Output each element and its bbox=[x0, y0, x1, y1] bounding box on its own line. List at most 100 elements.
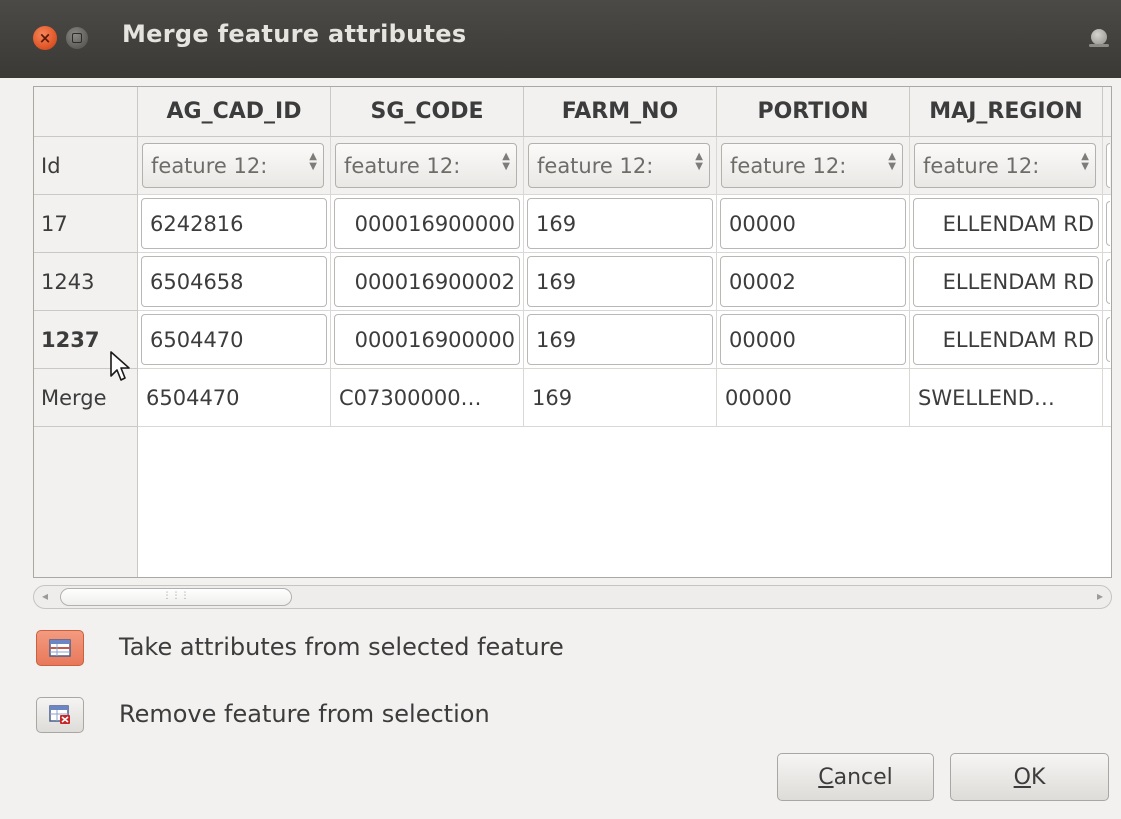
feature-select-maj-region[interactable]: feature 12: ▲ ▼ bbox=[914, 143, 1096, 188]
scroll-right-icon[interactable]: ▸ bbox=[1097, 589, 1103, 603]
table-cell: ELLENDAM RD bbox=[910, 195, 1103, 253]
cancel-mnemonic: C bbox=[818, 764, 834, 790]
table-cell[interactable]: 6504470 bbox=[138, 369, 331, 427]
spin-arrows-icon: ▲ ▼ bbox=[1081, 151, 1089, 172]
partial-combo bbox=[1106, 143, 1110, 188]
column-header-ag-cad-id[interactable]: AG_CAD_ID bbox=[138, 87, 331, 137]
merge-value: 6504470 bbox=[146, 385, 240, 410]
take-attributes-label: Take attributes from selected feature bbox=[119, 633, 564, 661]
horizontal-scrollbar[interactable]: ◂ ⋮⋮⋮ ▸ bbox=[33, 585, 1112, 609]
table-cell-partial bbox=[1103, 369, 1111, 427]
attribute-table: AG_CAD_ID SG_CODE FARM_NO PORTION MAJ_RE… bbox=[33, 86, 1112, 578]
table-cell: 00000 bbox=[717, 311, 910, 369]
attribute-input[interactable]: 00002 bbox=[720, 256, 906, 307]
table-cell: 6504470 bbox=[138, 311, 331, 369]
spin-arrows-icon: ▲ ▼ bbox=[309, 151, 317, 172]
attribute-input[interactable]: 169 bbox=[527, 314, 713, 365]
attribute-input[interactable]: 169 bbox=[527, 256, 713, 307]
table-cell: feature 12: ▲ ▼ bbox=[138, 137, 331, 195]
attribute-input[interactable]: 6504470 bbox=[141, 314, 327, 365]
partial-input bbox=[1106, 201, 1110, 246]
row-header-id: Id bbox=[34, 137, 138, 195]
cancel-button[interactable]: Cancel bbox=[777, 753, 934, 801]
spin-arrows-icon: ▲ ▼ bbox=[695, 151, 703, 172]
mouse-pointer-icon bbox=[110, 351, 130, 381]
column-header-portion[interactable]: PORTION bbox=[717, 87, 910, 137]
table-corner[interactable] bbox=[34, 87, 138, 137]
combo-value: feature 12: bbox=[344, 153, 461, 178]
table-cell: ELLENDAM RD bbox=[910, 311, 1103, 369]
table-cell: 6242816 bbox=[138, 195, 331, 253]
ok-label: K bbox=[1030, 764, 1046, 790]
attribute-input[interactable]: 000016900002 bbox=[334, 256, 520, 307]
ok-mnemonic: O bbox=[1013, 764, 1031, 790]
spin-arrows-icon: ▲ ▼ bbox=[888, 151, 896, 172]
column-header-sg-code[interactable]: SG_CODE bbox=[331, 87, 524, 137]
remove-feature-label: Remove feature from selection bbox=[119, 700, 490, 728]
attribute-input[interactable]: ELLENDAM RD bbox=[913, 198, 1099, 249]
table-cell[interactable]: C07300000… bbox=[331, 369, 524, 427]
spin-arrows-icon: ▲ ▼ bbox=[502, 151, 510, 172]
combo-value: feature 12: bbox=[537, 153, 654, 178]
take-attributes-button[interactable] bbox=[36, 630, 84, 666]
title-bar: × Merge feature attributes bbox=[0, 0, 1121, 78]
table-cell: feature 12: ▲ ▼ bbox=[717, 137, 910, 195]
table-cell[interactable]: 00000 bbox=[717, 369, 910, 427]
table-cell-partial bbox=[1103, 311, 1111, 369]
table-cell: 00000 bbox=[717, 195, 910, 253]
attribute-input[interactable]: ELLENDAM RD bbox=[913, 314, 1099, 365]
column-header-maj-region[interactable]: MAJ_REGION bbox=[910, 87, 1103, 137]
maximize-icon[interactable] bbox=[66, 27, 88, 49]
table-remove-icon bbox=[49, 705, 70, 724]
table-cell: 169 bbox=[524, 195, 717, 253]
merge-value: 169 bbox=[532, 385, 573, 410]
combo-value: feature 12: bbox=[923, 153, 1040, 178]
attribute-input[interactable]: 000016900000 bbox=[334, 314, 520, 365]
table-cell: 000016900000 bbox=[331, 311, 524, 369]
window-menu-icon[interactable] bbox=[1089, 29, 1109, 47]
attribute-input[interactable]: 00000 bbox=[720, 198, 906, 249]
table-cell: 000016900002 bbox=[331, 253, 524, 311]
table-cell: 00002 bbox=[717, 253, 910, 311]
table-cell: 000016900000 bbox=[331, 195, 524, 253]
table-cell: feature 12: ▲ ▼ bbox=[524, 137, 717, 195]
close-icon[interactable]: × bbox=[33, 26, 57, 50]
attribute-input[interactable]: 00000 bbox=[720, 314, 906, 365]
table-cell: 6504658 bbox=[138, 253, 331, 311]
attribute-input[interactable]: 6504658 bbox=[141, 256, 327, 307]
column-header-partial bbox=[1103, 87, 1111, 137]
attribute-input[interactable]: ELLENDAM RD bbox=[913, 256, 1099, 307]
table-cell: 169 bbox=[524, 253, 717, 311]
table-cell-partial bbox=[1103, 195, 1111, 253]
cancel-label: ancel bbox=[833, 764, 893, 790]
table-select-icon bbox=[49, 639, 71, 657]
remove-feature-button[interactable] bbox=[36, 697, 84, 733]
row-header-empty bbox=[34, 427, 138, 577]
feature-select-sg-code[interactable]: feature 12: ▲ ▼ bbox=[335, 143, 517, 188]
column-header-farm-no[interactable]: FARM_NO bbox=[524, 87, 717, 137]
attribute-input[interactable]: 169 bbox=[527, 198, 713, 249]
scroll-left-icon[interactable]: ◂ bbox=[42, 589, 48, 603]
feature-select-farm-no[interactable]: feature 12: ▲ ▼ bbox=[528, 143, 710, 188]
table-cell: feature 12: ▲ ▼ bbox=[910, 137, 1103, 195]
merge-value: 00000 bbox=[725, 385, 792, 410]
window-title: Merge feature attributes bbox=[122, 20, 467, 48]
combo-value: feature 12: bbox=[730, 153, 847, 178]
attribute-input[interactable]: 000016900000 bbox=[334, 198, 520, 249]
attribute-input[interactable]: 6242816 bbox=[141, 198, 327, 249]
partial-input bbox=[1106, 259, 1110, 304]
row-header-17: 17 bbox=[34, 195, 138, 253]
merge-value: C07300000… bbox=[339, 385, 482, 410]
ok-button[interactable]: OK bbox=[950, 753, 1109, 801]
feature-select-ag-cad-id[interactable]: feature 12: ▲ ▼ bbox=[142, 143, 324, 188]
table-cell: feature 12: ▲ ▼ bbox=[331, 137, 524, 195]
table-cell: ELLENDAM RD bbox=[910, 253, 1103, 311]
table-cell: 169 bbox=[524, 311, 717, 369]
table-cell[interactable]: SWELLEND… bbox=[910, 369, 1103, 427]
partial-input bbox=[1106, 317, 1110, 362]
scrollbar-thumb[interactable]: ⋮⋮⋮ bbox=[60, 588, 292, 606]
merge-value: SWELLEND… bbox=[918, 385, 1055, 410]
table-cell[interactable]: 169 bbox=[524, 369, 717, 427]
feature-select-portion[interactable]: feature 12: ▲ ▼ bbox=[721, 143, 903, 188]
row-header-1243: 1243 bbox=[34, 253, 138, 311]
